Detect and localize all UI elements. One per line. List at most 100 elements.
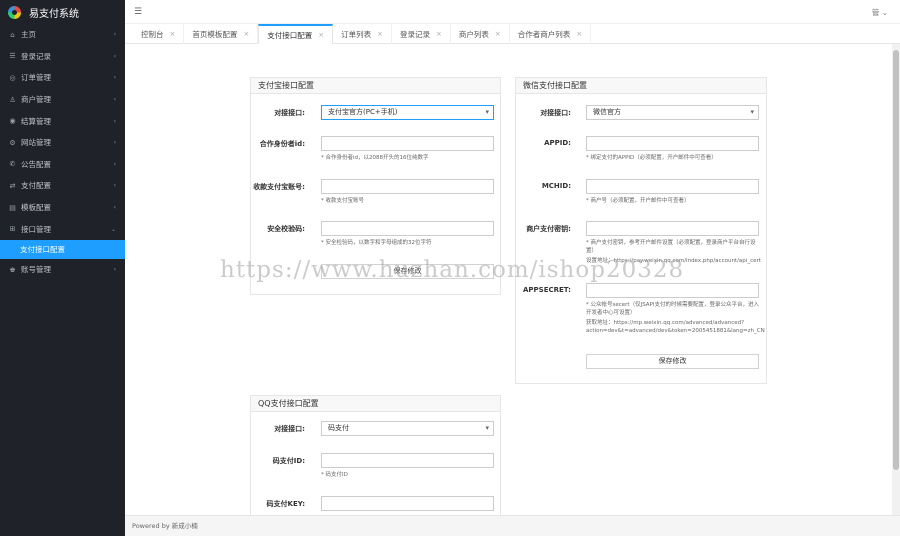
tab-label: 控制台 [141,29,164,39]
sidebar-item-order[interactable]: ◎ 订单管理 ‹ [0,67,125,89]
sidebar-item-label: 模板配置 [21,203,51,213]
wxpay-secret-input[interactable] [586,283,759,298]
tab-label: 合作者商户列表 [517,29,571,39]
close-icon[interactable]: × [318,31,324,39]
alipay-interface-label: 对接接口: [274,109,305,117]
wxpay-panel-title: 微信支付接口配置 [516,78,766,94]
sidebar-item-label: 商户管理 [21,95,51,105]
qqpay-id-help: * 码支付ID [321,472,348,478]
sidebar-item-merchant[interactable]: ♙ 商户管理 ‹ [0,89,125,111]
wxpay-appid-label: APPID: [544,139,571,147]
sidebar-item-label: 主页 [21,30,36,40]
scrollbar-thumb[interactable] [893,50,899,470]
sidebar-item-notice[interactable]: ✆ 公告配置 ‹ [0,154,125,176]
topbar: ☰ 管 ⌄ [125,0,900,24]
wxpay-secret-link[interactable]: 获取地址：https://mp.weixin.qq.com/advanced/a… [586,319,765,335]
tab-item[interactable]: 首页模板配置 × [184,24,259,44]
sidebar-item-label: 账号管理 [21,265,51,275]
chevron-icon: ‹ [113,139,116,147]
chevron-icon: ‹ [113,31,116,39]
sidebar-item-site[interactable]: ⚙ 网站管理 ‹ [0,132,125,154]
sidebar-item-label: 结算管理 [21,116,51,126]
chevron-icon: ⌄ [110,225,116,233]
alipay-key-help: * 安全检验码，以数字和字母组成的32位字符 [321,240,432,246]
sidebar-item-template[interactable]: ▤ 模板配置 ‹ [0,197,125,219]
close-icon[interactable]: × [436,30,442,38]
alipay-interface-select[interactable]: 支付宝官方(PC+手机) [321,105,494,120]
qqpay-interface-select[interactable]: 码支付 [321,421,494,436]
sidebar-item-account[interactable]: ♚ 账号管理 ‹ [0,259,125,281]
tab-item[interactable]: 登录记录 × [392,24,451,44]
alipay-account-label: 收款支付宝账号: [253,183,305,191]
tab-label: 支付接口配置 [267,30,313,40]
merchant-icon: ♙ [9,95,16,104]
wxpay-mchid-input[interactable] [586,179,759,194]
wxpay-save-button[interactable]: 保存修改 [586,354,759,369]
chevron-icon: ‹ [113,160,116,168]
account-icon: ♚ [9,265,16,274]
app-title: 易支付系统 [29,8,79,20]
qqpay-config-panel: QQ支付接口配置 对接接口: 码支付 码支付ID: * 码支付ID 码支付KEY… [250,395,501,515]
sidebar: 易支付系统 ⌂ 主页 ‹ ☰ 登录记录 ‹ ◎ 订单管理 ‹ ♙ 商户管理 ‹ ◉ 结算管理 ‹ ⚙ 网站管理 ‹… [0,0,125,536]
qqpay-key-input[interactable] [321,496,494,511]
alipay-key-input[interactable] [321,221,494,236]
sidebar-item-settle[interactable]: ◉ 结算管理 ‹ [0,110,125,132]
tab-item[interactable]: 商户列表 × [451,24,510,44]
chevron-icon: ‹ [113,74,116,82]
interface-icon: ⊞ [9,225,16,234]
qqpay-key-label: 码支付KEY: [266,500,305,508]
user-menu[interactable]: 管 ⌄ [872,7,888,18]
sidebar-item-label: 接口管理 [21,224,51,234]
alipay-account-input[interactable] [321,179,494,194]
tab-item[interactable]: 订单列表 × [333,24,392,44]
tab-label: 首页模板配置 [192,29,238,39]
chevron-icon: ‹ [113,266,116,274]
close-icon[interactable]: × [495,30,501,38]
sidebar-item-recharge[interactable]: ⇄ 支付配置 ‹ [0,175,125,197]
site-icon: ⚙ [9,138,16,147]
alipay-pid-input[interactable] [321,136,494,151]
menu-toggle-icon[interactable]: ☰ [134,7,142,17]
wxpay-key-input[interactable] [586,221,759,236]
sidebar-item-label: 支付配置 [21,181,51,191]
chevron-icon: ‹ [113,52,116,60]
logo-icon [8,5,21,19]
settle-icon: ◉ [9,117,16,126]
alipay-config-panel: 支付宝接口配置 对接接口: 支付宝官方(PC+手机) 合作身份者id: * 合作… [250,77,501,295]
order-icon: ◎ [9,73,16,82]
wxpay-key-label: 商户支付密钥: [526,225,571,233]
chevron-icon: ‹ [113,204,116,212]
qqpay-id-input[interactable] [321,453,494,468]
tab-item[interactable]: 合作者商户列表 × [510,24,592,44]
sidebar-item-label: 网站管理 [21,138,51,148]
sidebar-subitem-payment-config[interactable]: 支付接口配置 [0,239,125,259]
alipay-key-label: 安全校验码: [267,225,305,233]
alipay-pid-help: * 合作身份者id，以2088开头的16位纯数字 [321,155,429,161]
alipay-save-button[interactable]: 保存修改 [321,264,494,279]
scrollbar[interactable] [892,44,900,515]
wxpay-key-link[interactable]: 设置地址：https://pay.weixin.qq.com/index.php… [586,257,761,265]
tab-item[interactable]: 控制台 × [133,24,185,44]
wxpay-mchid-help: * 商户号（必须配置，开户邮件中可查看） [586,198,690,204]
wxpay-interface-label: 对接接口: [540,109,571,117]
close-icon[interactable]: × [243,30,249,38]
sidebar-item-label: 公告配置 [21,159,51,169]
tab-label: 订单列表 [341,29,372,39]
sidebar-item-home[interactable]: ⌂ 主页 ‹ [0,24,125,46]
chevron-icon: ‹ [113,96,116,104]
qqpay-id-label: 码支付ID: [272,457,305,465]
close-icon[interactable]: × [576,30,582,38]
close-icon[interactable]: × [170,30,176,38]
wxpay-interface-select[interactable]: 微信官方 [586,105,759,120]
sidebar-item-list[interactable]: ☰ 登录记录 ‹ [0,46,125,68]
notice-icon: ✆ [9,160,16,169]
alipay-panel-title: 支付宝接口配置 [251,78,500,94]
main-content: 支付宝接口配置 对接接口: 支付宝官方(PC+手机) 合作身份者id: * 合作… [125,44,892,515]
chevron-icon: ‹ [113,182,116,190]
tab-item[interactable]: 支付接口配置 × [258,24,334,44]
sidebar-item-interface[interactable]: ⊞ 接口管理 ⌄ [0,218,125,240]
wxpay-appid-input[interactable] [586,136,759,151]
wxpay-mchid-label: MCHID: [541,182,571,190]
close-icon[interactable]: × [377,30,383,38]
brand[interactable]: 易支付系统 [0,0,125,24]
